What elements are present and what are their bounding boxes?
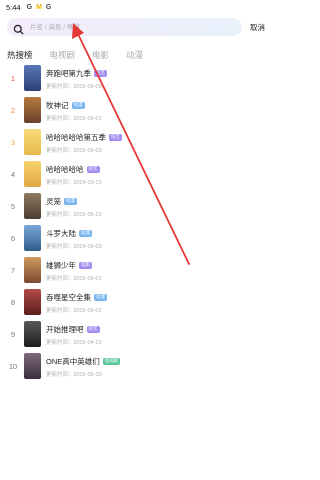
rank-number: 4: [10, 170, 16, 179]
poster-image: [24, 193, 41, 219]
category-badge: 电视剧: [102, 358, 121, 365]
list-item[interactable]: 6 斗罗大陆 动漫 更新时间：2024-06-03: [0, 224, 270, 256]
poster-image: [24, 161, 41, 187]
updated-time: 更新时间：2025-06-03: [46, 148, 102, 154]
poster-image: [24, 97, 41, 123]
rank-number: 7: [10, 266, 16, 275]
google-icon: G: [45, 3, 52, 11]
updated-time: 更新时间：2025-04-23: [46, 340, 102, 346]
status-time: 5:44: [6, 2, 21, 12]
updated-time: 更新时间：2024-06-03: [46, 244, 102, 250]
category-badge: 动漫: [71, 102, 85, 109]
updated-time: 更新时间：2024-03-15: [46, 180, 102, 186]
list-item[interactable]: 5 灵笼 动漫 更新时间：2025-05-23: [0, 192, 270, 224]
rank-number: 3: [10, 138, 16, 147]
updated-time: 更新时间：2025-06-03: [46, 84, 102, 90]
category-badge: 综艺: [86, 166, 100, 173]
list-item[interactable]: 2 牧神记 动漫 更新时间：2025-06-01: [0, 96, 270, 128]
rank-number: 8: [10, 298, 16, 307]
item-title: 雄狮少年: [46, 261, 76, 270]
tab-movies[interactable]: 电影: [92, 49, 109, 61]
item-title: 奔跑吧第九季: [46, 69, 91, 78]
list-item[interactable]: 7 雄狮少年 电影 更新时间：2025-06-01: [0, 256, 270, 288]
rank-number: 9: [10, 330, 16, 339]
poster-image: [24, 353, 41, 379]
item-title: 开始推理吧: [46, 325, 84, 334]
search-box[interactable]: [7, 18, 242, 36]
category-badge: 电影: [79, 262, 92, 269]
category-tabs: 热搜榜 电视剧 电影 动漫: [7, 49, 160, 61]
list-item[interactable]: 8 吞噬星空全集 动漫 更新时间：2025-06-02: [0, 288, 270, 320]
item-title: 哈哈哈哈哈第五季: [46, 133, 106, 142]
tab-anime[interactable]: 动漫: [126, 49, 143, 61]
list-item[interactable]: 4 哈哈哈哈哈 综艺 更新时间：2024-03-15: [0, 160, 270, 192]
poster-image: [24, 129, 41, 155]
tab-hot-search[interactable]: 热搜榜: [7, 49, 33, 61]
rank-number: 6: [10, 234, 16, 243]
category-badge: 综艺: [86, 326, 100, 333]
rank-number: 10: [8, 362, 18, 371]
tab-tv-series[interactable]: 电视剧: [50, 49, 76, 61]
item-title: 吞噬星空全集: [46, 293, 91, 302]
poster-image: [24, 289, 41, 315]
updated-time: 更新时间：2025-05-23: [46, 212, 102, 218]
item-title: 哈哈哈哈哈: [46, 165, 84, 174]
item-title: 牧神记: [46, 101, 69, 110]
category-badge: 综艺: [94, 70, 107, 77]
category-badge: 动漫: [79, 230, 92, 237]
poster-image: [24, 257, 41, 283]
rank-number: 1: [10, 74, 16, 83]
rank-number: 5: [10, 202, 16, 211]
updated-time: 更新时间：2025-06-01: [46, 276, 102, 282]
list-item[interactable]: 10 ONE高中英雄们 电视剧 更新时间：2025-05-30: [0, 352, 270, 384]
search-input[interactable]: [28, 22, 182, 32]
updated-time: 更新时间：2025-05-30: [46, 372, 102, 378]
category-badge: 动漫: [64, 198, 77, 205]
poster-image: [24, 225, 41, 251]
poster-image: [24, 321, 41, 347]
category-badge: 动漫: [94, 294, 107, 301]
list-item[interactable]: 9 开始推理吧 综艺 更新时间：2025-04-23: [0, 320, 270, 352]
updated-time: 更新时间：2025-06-01: [46, 116, 102, 122]
search-bar: 取消: [7, 17, 265, 37]
app-notification-icon: M: [36, 3, 42, 11]
rank-number: 2: [10, 106, 16, 115]
status-bar: 5:44 G M G: [0, 0, 270, 14]
hot-search-list: 1 奔跑吧第九季 综艺 更新时间：2025-06-03 2 牧神记 动漫 更新时…: [0, 64, 270, 384]
cancel-button[interactable]: 取消: [250, 22, 265, 33]
updated-time: 更新时间：2025-06-02: [46, 308, 102, 314]
google-icon: G: [26, 3, 33, 11]
category-badge: 综艺: [109, 134, 122, 141]
list-item[interactable]: 3 哈哈哈哈哈第五季 综艺 更新时间：2025-06-03: [0, 128, 270, 160]
list-item[interactable]: 1 奔跑吧第九季 综艺 更新时间：2025-06-03: [0, 64, 270, 96]
item-title: 斗罗大陆: [46, 229, 76, 238]
search-icon: [13, 22, 24, 34]
item-title: ONE高中英雄们: [46, 357, 100, 366]
item-title: 灵笼: [46, 197, 61, 206]
poster-image: [24, 65, 41, 91]
